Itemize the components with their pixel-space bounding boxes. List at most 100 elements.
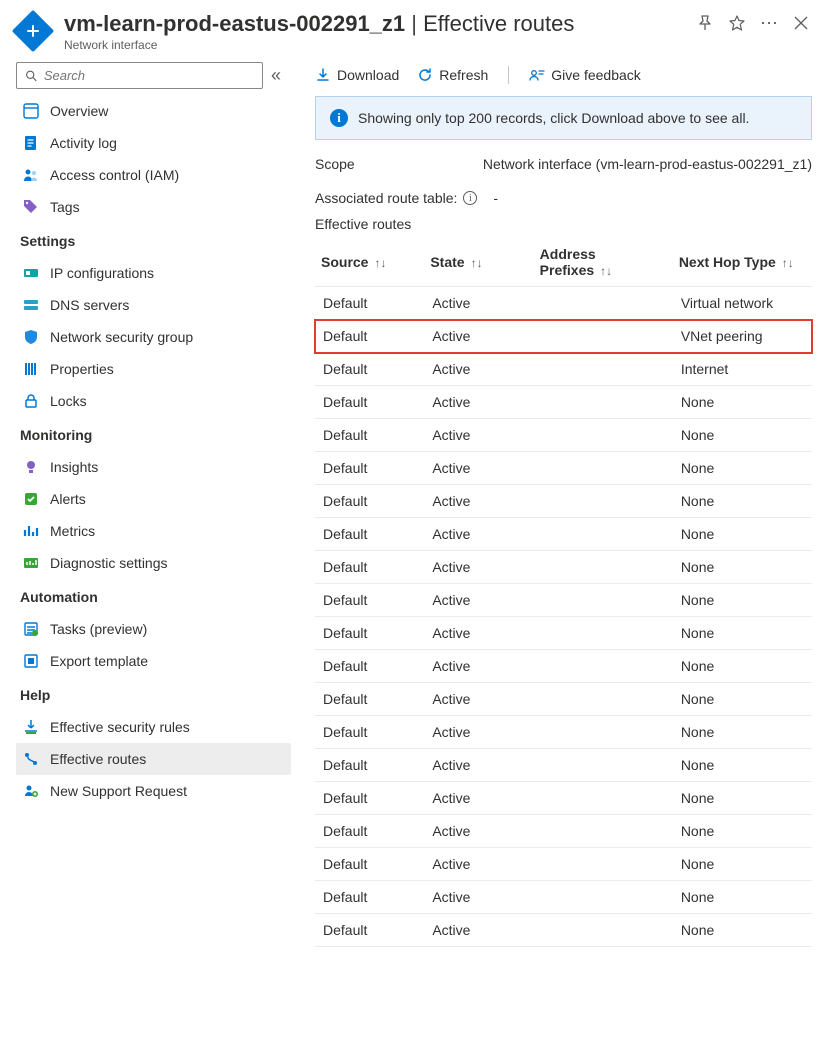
- sidebar-item-export-template[interactable]: Export template: [16, 645, 291, 677]
- sidebar-item-label: Access control (IAM): [50, 167, 179, 183]
- table-row[interactable]: DefaultActiveNone: [315, 848, 812, 881]
- sort-icon[interactable]: ↑↓: [782, 256, 794, 270]
- sidebar-item-metrics[interactable]: Metrics: [16, 515, 291, 547]
- new-support-request-icon: [22, 782, 40, 800]
- table-row[interactable]: DefaultActiveNone: [315, 419, 812, 452]
- cell-nextHop: None: [673, 386, 812, 419]
- cell-prefixes: [534, 287, 673, 320]
- sidebar-item-effective-security-rules[interactable]: Effective security rules: [16, 711, 291, 743]
- cell-source: Default: [315, 485, 424, 518]
- collapse-sidebar-icon[interactable]: «: [269, 65, 283, 86]
- refresh-button[interactable]: Refresh: [417, 67, 488, 83]
- more-icon[interactable]: ⋯: [760, 14, 778, 32]
- scope-row: Scope Network interface (vm-learn-prod-e…: [315, 156, 812, 172]
- star-icon[interactable]: [728, 14, 746, 32]
- page-title: vm-learn-prod-eastus-002291_z1 | Effecti…: [64, 10, 686, 38]
- cell-state: Active: [424, 452, 533, 485]
- sidebar-item-dns-servers[interactable]: DNS servers: [16, 289, 291, 321]
- cell-nextHop: None: [673, 749, 812, 782]
- table-row[interactable]: DefaultActiveNone: [315, 815, 812, 848]
- table-row[interactable]: DefaultActiveNone: [315, 386, 812, 419]
- sidebar-group-monitoring: Monitoring: [16, 417, 291, 451]
- table-row[interactable]: DefaultActiveNone: [315, 452, 812, 485]
- table-row[interactable]: DefaultActiveNone: [315, 716, 812, 749]
- sidebar-item-label: Network security group: [50, 329, 193, 345]
- cell-state: Active: [424, 914, 533, 947]
- cell-state: Active: [424, 749, 533, 782]
- cell-nextHop: None: [673, 551, 812, 584]
- sidebar-item-properties[interactable]: Properties: [16, 353, 291, 385]
- feedback-button[interactable]: Give feedback: [529, 67, 641, 83]
- download-button[interactable]: Download: [315, 67, 399, 83]
- toolbar-separator: [508, 66, 509, 84]
- table-row[interactable]: DefaultActiveNone: [315, 584, 812, 617]
- column-header-source[interactable]: Source↑↓: [315, 238, 424, 287]
- sidebar-item-alerts[interactable]: Alerts: [16, 483, 291, 515]
- main-content: Download Refresh Give feedback i Showing…: [291, 62, 812, 947]
- cell-prefixes: [534, 914, 673, 947]
- pin-icon[interactable]: [696, 14, 714, 32]
- nic-resource-icon: [12, 10, 54, 52]
- sort-icon[interactable]: ↑↓: [600, 264, 612, 278]
- sort-icon[interactable]: ↑↓: [471, 256, 483, 270]
- cell-source: Default: [315, 452, 424, 485]
- cell-state: Active: [424, 881, 533, 914]
- page-header: vm-learn-prod-eastus-002291_z1 | Effecti…: [0, 0, 828, 52]
- table-row[interactable]: DefaultActiveVNet peering: [315, 320, 812, 353]
- download-label: Download: [337, 67, 399, 83]
- table-row[interactable]: DefaultActiveNone: [315, 881, 812, 914]
- sidebar-item-effective-routes[interactable]: Effective routes: [16, 743, 291, 775]
- feedback-icon: [529, 67, 545, 83]
- cell-prefixes: [534, 320, 673, 353]
- scope-label: Scope: [315, 156, 355, 172]
- sidebar-search[interactable]: [16, 62, 263, 89]
- sidebar-item-activity-log[interactable]: Activity log: [16, 127, 291, 159]
- cell-state: Active: [424, 815, 533, 848]
- table-row[interactable]: DefaultActiveNone: [315, 683, 812, 716]
- cell-prefixes: [534, 518, 673, 551]
- table-row[interactable]: DefaultActiveNone: [315, 485, 812, 518]
- sidebar-item-label: New Support Request: [50, 783, 187, 799]
- cell-source: Default: [315, 881, 424, 914]
- sidebar-item-access-control[interactable]: Access control (IAM): [16, 159, 291, 191]
- sidebar-item-tasks[interactable]: Tasks (preview): [16, 613, 291, 645]
- sidebar-item-locks[interactable]: Locks: [16, 385, 291, 417]
- sidebar-item-insights[interactable]: Insights: [16, 451, 291, 483]
- refresh-icon: [417, 67, 433, 83]
- table-row[interactable]: DefaultActiveNone: [315, 518, 812, 551]
- sidebar-item-new-support-request[interactable]: New Support Request: [16, 775, 291, 807]
- sidebar-item-diagnostic-settings[interactable]: Diagnostic settings: [16, 547, 291, 579]
- cell-nextHop: None: [673, 584, 812, 617]
- cell-nextHop: None: [673, 848, 812, 881]
- sidebar-item-tags[interactable]: Tags: [16, 191, 291, 223]
- sidebar-item-nsg[interactable]: Network security group: [16, 321, 291, 353]
- table-row[interactable]: DefaultActiveNone: [315, 914, 812, 947]
- table-row[interactable]: DefaultActiveNone: [315, 650, 812, 683]
- column-header-address-prefixes[interactable]: Address Prefixes↑↓: [534, 238, 673, 287]
- close-icon[interactable]: [792, 14, 810, 32]
- cell-nextHop: None: [673, 617, 812, 650]
- cell-source: Default: [315, 683, 424, 716]
- search-input[interactable]: [44, 68, 254, 83]
- table-row[interactable]: DefaultActiveVirtual network: [315, 287, 812, 320]
- table-row[interactable]: DefaultActiveNone: [315, 551, 812, 584]
- sidebar-item-overview[interactable]: Overview: [16, 95, 291, 127]
- sort-icon[interactable]: ↑↓: [374, 256, 386, 270]
- column-header-next-hop-type[interactable]: Next Hop Type↑↓: [673, 238, 812, 287]
- diagnostic-settings-icon: [22, 554, 40, 572]
- info-tooltip-icon[interactable]: i: [463, 191, 477, 205]
- cell-source: Default: [315, 287, 424, 320]
- table-row[interactable]: DefaultActiveInternet: [315, 353, 812, 386]
- table-row[interactable]: DefaultActiveNone: [315, 617, 812, 650]
- cell-state: Active: [424, 683, 533, 716]
- table-row[interactable]: DefaultActiveNone: [315, 749, 812, 782]
- effective-routes-table: Source↑↓State↑↓Address Prefixes↑↓Next Ho…: [315, 238, 812, 947]
- table-row[interactable]: DefaultActiveNone: [315, 782, 812, 815]
- sidebar-group-automation: Automation: [16, 579, 291, 613]
- cell-nextHop: Virtual network: [673, 287, 812, 320]
- sidebar-item-ip-configurations[interactable]: IP configurations: [16, 257, 291, 289]
- cell-prefixes: [534, 716, 673, 749]
- column-header-state[interactable]: State↑↓: [424, 238, 533, 287]
- sidebar-item-label: Tags: [50, 199, 80, 215]
- download-icon: [315, 67, 331, 83]
